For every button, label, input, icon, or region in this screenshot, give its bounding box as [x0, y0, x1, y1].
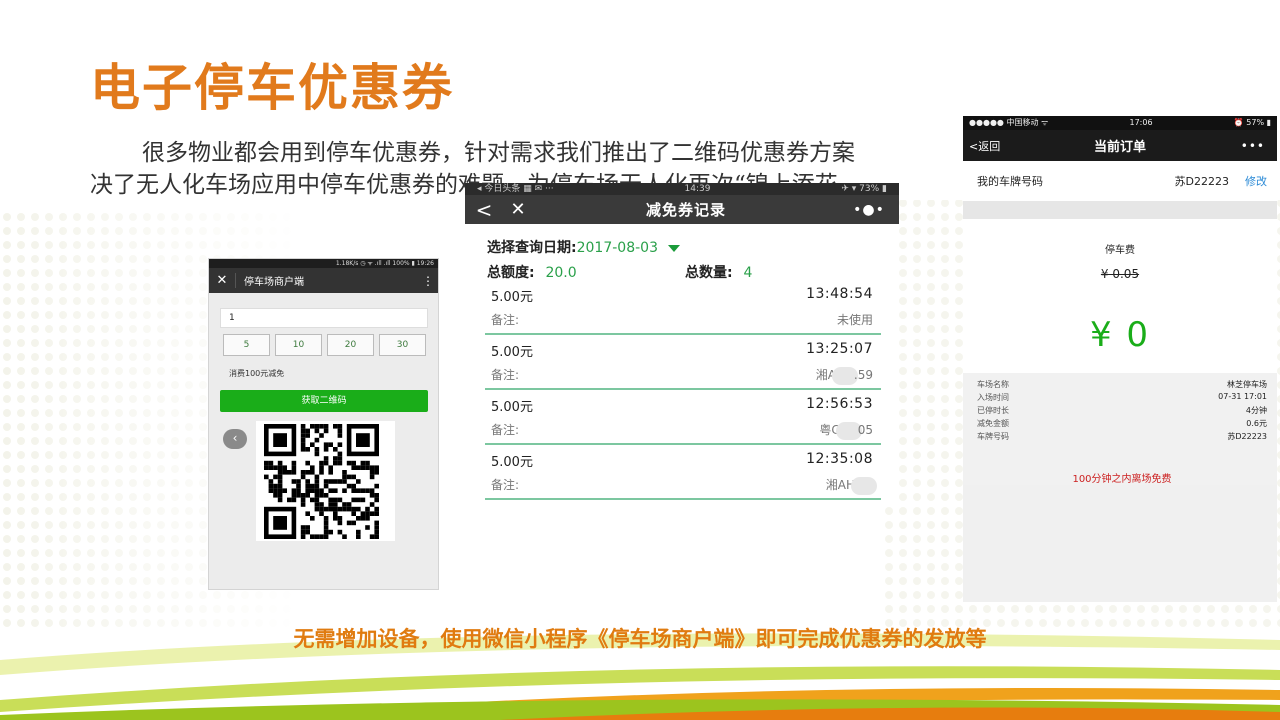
back-button[interactable]: <返回: [963, 138, 1033, 154]
back-arrow-icon[interactable]: ‹: [223, 429, 247, 449]
paragraph-line-1: 很多物业都会用到停车优惠券，针对需求我们推出了二维码优惠券方案: [142, 140, 855, 166]
list-item[interactable]: 5.00元 13:25:07 备注: 湘A .59: [485, 335, 881, 390]
record-plate: 湘A .59: [816, 366, 873, 385]
record-status-text: 未使用: [836, 313, 873, 327]
detail-label: 车场名称: [977, 380, 1009, 389]
detail-row: 入场时间 07-31 17:01: [977, 392, 1267, 405]
edit-plate-link[interactable]: 修改: [1245, 173, 1267, 189]
total-amount-label: 总额度:: [487, 265, 535, 281]
status-right: ✈ ▾ 73% ▮: [841, 184, 887, 194]
discount-note: 消费100元减免: [229, 369, 285, 378]
amount-options: 5 10 20 30: [223, 334, 426, 356]
record-time: 12:35:08: [806, 451, 873, 467]
record-amount: 5.00元: [491, 400, 533, 415]
total-amount-value: 20.0: [545, 265, 577, 281]
plate-value: 苏D22223: [1174, 175, 1229, 188]
order-title: 当前订单: [1093, 140, 1146, 155]
status-time: 14:39: [684, 184, 711, 194]
plate-suffix: 05: [857, 423, 873, 437]
amount-option-10[interactable]: 10: [275, 334, 322, 356]
close-icon[interactable]: ✕: [209, 273, 235, 288]
status-left: ●●●●● 中国移动 ᯤ: [969, 118, 1049, 127]
detail-value: 0.6元: [1246, 419, 1267, 428]
detail-value: 苏D22223: [1227, 432, 1267, 441]
records-phone-screenshot: ◂ 今日头条 ▦ ✉ ··· 14:39 ✈ ▾ 73% ▮ < ✕ 减免券记录…: [465, 183, 899, 505]
status-bar: ◂ 今日头条 ▦ ✉ ··· 14:39 ✈ ▾ 73% ▮: [465, 183, 899, 195]
detail-row: 已停时长 4分钟: [977, 405, 1267, 418]
detail-row: 车场名称 林芝停车场: [977, 379, 1267, 392]
order-nav-bar: <返回 当前订单 •••: [963, 130, 1277, 161]
record-amount: 5.00元: [491, 455, 533, 470]
detail-value: 林芝停车场: [1227, 380, 1267, 389]
record-status: 未使用: [837, 311, 873, 328]
free-exit-notice: 100分钟之内离场免费: [1072, 474, 1172, 485]
merchant-nav-bar: ✕ 停车场商户端 ⋮: [209, 268, 438, 293]
total-count-value: 4: [743, 265, 753, 281]
record-note-label: 备注:: [491, 313, 520, 327]
order-details: 车场名称 林芝停车场 入场时间 07-31 17:01 已停时长 4分钟 减免金额 0.…: [963, 373, 1277, 485]
detail-label: 车牌号码: [977, 432, 1009, 441]
slide-caption: 无需增加设备，使用微信小程序《停车场商户端》即可完成优惠券的发放等: [293, 626, 987, 651]
more-icon[interactable]: •••: [1207, 139, 1277, 153]
dropdown-triangle-icon[interactable]: [667, 244, 680, 252]
amount-option-20[interactable]: 20: [327, 334, 374, 356]
record-plate: 湘AH: [826, 476, 877, 495]
detail-label: 减免金额: [977, 419, 1009, 428]
totals-row: 总额度: 20.0: [487, 262, 577, 282]
status-right: ⏰ 57% ▮: [1233, 118, 1271, 127]
order-phone-screenshot: ●●●●● 中国移动 ᯤ 17:06 ⏰ 57% ▮ <返回 当前订单 ••• …: [963, 116, 1277, 602]
status-bar: ●●●●● 中国移动 ᯤ 17:06 ⏰ 57% ▮: [963, 116, 1277, 130]
qr-code-image: [256, 421, 395, 541]
detail-value: 4分钟: [1245, 406, 1267, 415]
back-icon[interactable]: <: [465, 198, 503, 222]
merchant-app-title: 停车场商户端: [235, 273, 418, 288]
status-bar: 1.18K/s ◷ ᯤ .ıll .ıll 100% ▮ 19:26: [209, 259, 438, 268]
fee-label: 停车费: [1105, 245, 1135, 256]
total-count-label: 总数量:: [685, 265, 733, 281]
detail-value: 07-31 17:01: [1218, 392, 1267, 401]
record-note-label: 备注:: [491, 368, 520, 382]
decorative-swoosh: [0, 633, 1280, 720]
divider: [963, 201, 1277, 219]
get-qr-code-button[interactable]: 获取二维码: [220, 390, 428, 412]
record-amount: 5.00元: [491, 290, 533, 305]
amount-option-30[interactable]: 30: [379, 334, 426, 356]
record-note-label: 备注:: [491, 423, 520, 437]
close-icon[interactable]: ✕: [503, 199, 533, 220]
record-note-label: 备注:: [491, 478, 520, 492]
final-fee: ¥ 0: [1089, 315, 1151, 355]
plate-row: 我的车牌号码 苏D22223 修改: [963, 161, 1277, 201]
totals-count: 总数量: 4: [685, 262, 752, 282]
plate-suffix: .59: [853, 368, 873, 382]
status-time: 17:06: [1129, 118, 1153, 127]
quantity-input[interactable]: 1: [220, 308, 428, 328]
record-time: 13:48:54: [806, 286, 873, 302]
list-item[interactable]: 5.00元 13:48:54 备注: 未使用: [485, 280, 881, 335]
list-item[interactable]: 5.00元 12:35:08 备注: 湘AH: [485, 445, 881, 500]
more-vert-icon[interactable]: ⋮: [418, 274, 438, 288]
detail-label: 已停时长: [977, 406, 1009, 415]
date-value[interactable]: 2017-08-03: [577, 240, 658, 256]
list-item[interactable]: 5.00元 12:56:53 备注: 粤C 05: [485, 390, 881, 445]
records-nav-bar: < ✕ 减免券记录 •●•: [465, 195, 899, 224]
records-title: 减免券记录: [645, 201, 726, 219]
date-label: 选择查询日期:: [487, 240, 577, 256]
plate-label: 我的车牌号码: [977, 175, 1043, 188]
record-time: 12:56:53: [806, 396, 873, 412]
status-left: ◂ 今日头条 ▦ ✉ ···: [477, 184, 554, 194]
date-filter[interactable]: 选择查询日期:2017-08-03: [487, 237, 680, 257]
detail-row: 车牌号码 苏D22223: [977, 431, 1267, 444]
record-amount: 5.00元: [491, 345, 533, 360]
merchant-phone-screenshot: 1.18K/s ◷ ᯤ .ıll .ıll 100% ▮ 19:26 ✕ 停车场…: [208, 258, 439, 590]
fee-panel: 停车费 ¥ 0.05 ¥ 0: [963, 219, 1277, 373]
amount-option-5[interactable]: 5: [223, 334, 270, 356]
more-icon[interactable]: •●•: [839, 202, 899, 218]
record-plate: 粤C 05: [819, 421, 873, 440]
detail-label: 入场时间: [977, 393, 1009, 402]
slide-title: 电子停车优惠券: [90, 59, 454, 117]
detail-row: 减免金额 0.6元: [977, 418, 1267, 431]
blurred-region: [851, 476, 877, 495]
original-fee: ¥ 0.05: [1100, 267, 1140, 281]
record-time: 13:25:07: [806, 341, 873, 357]
